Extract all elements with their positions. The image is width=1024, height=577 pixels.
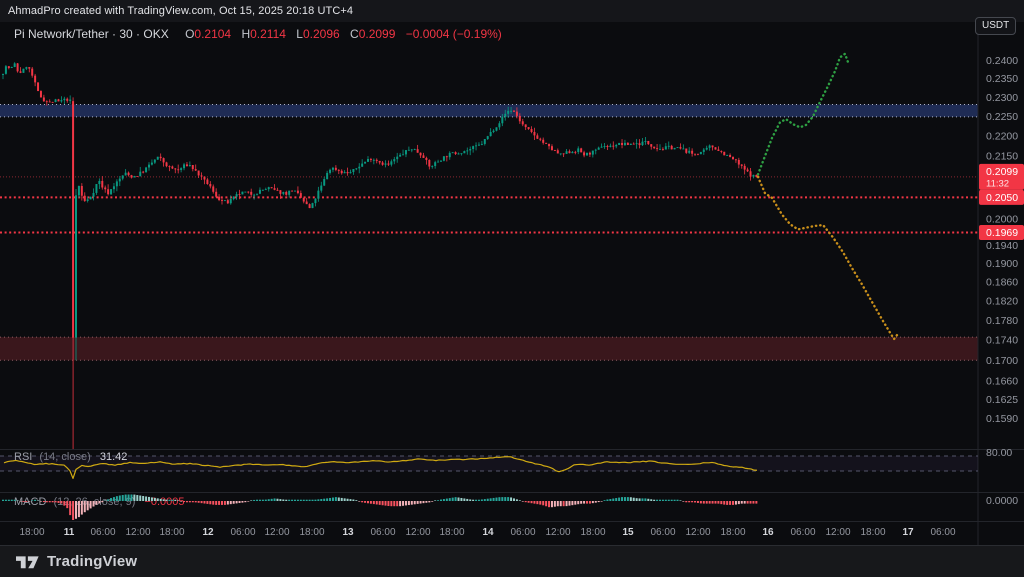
svg-text:0.1820: 0.1820 xyxy=(986,295,1018,307)
svg-text:06:00: 06:00 xyxy=(510,527,535,538)
svg-text:0.2000: 0.2000 xyxy=(986,213,1018,225)
tradingview-chart-window: AhmadPro created with TradingView.com, O… xyxy=(0,0,1024,577)
svg-text:0.2400: 0.2400 xyxy=(986,55,1018,67)
svg-text:15: 15 xyxy=(622,527,634,538)
svg-text:0.1590: 0.1590 xyxy=(986,413,1018,425)
footer-bar: TradingView xyxy=(0,545,1024,577)
tradingview-logo-icon[interactable] xyxy=(16,552,39,572)
alert-badge: 0.2050 xyxy=(979,190,1024,205)
svg-text:14: 14 xyxy=(482,527,494,538)
demand-zone[interactable] xyxy=(0,337,978,360)
rsi-title: RSI xyxy=(14,451,32,463)
svg-text:12:00: 12:00 xyxy=(264,527,289,538)
svg-text:06:00: 06:00 xyxy=(650,527,675,538)
svg-text:0.1940: 0.1940 xyxy=(986,240,1018,252)
svg-text:18:00: 18:00 xyxy=(439,527,464,538)
rsi-plot xyxy=(0,456,978,478)
low-label: L xyxy=(296,27,303,41)
svg-text:06:00: 06:00 xyxy=(90,527,115,538)
svg-text:12:00: 12:00 xyxy=(685,527,710,538)
low-value: 0.2096 xyxy=(303,27,340,41)
svg-text:06:00: 06:00 xyxy=(230,527,255,538)
symbol-legend[interactable]: Pi Network/Tether · 30 · OKX O0.2104 H0.… xyxy=(14,27,502,41)
svg-text:0.1860: 0.1860 xyxy=(986,277,1018,289)
svg-text:17: 17 xyxy=(902,527,914,538)
high-label: H xyxy=(241,27,250,41)
currency-toggle-button[interactable]: USDT xyxy=(975,17,1016,35)
svg-text:18:00: 18:00 xyxy=(19,527,44,538)
svg-text:0.2050: 0.2050 xyxy=(986,192,1018,204)
chart-canvas[interactable]: 0.24000.23500.23000.22500.22000.21500.20… xyxy=(0,0,1024,577)
svg-text:0.1625: 0.1625 xyxy=(986,394,1018,406)
svg-text:0.1969: 0.1969 xyxy=(986,227,1018,239)
svg-text:18:00: 18:00 xyxy=(720,527,745,538)
rsi-legend[interactable]: RSI (14, close) 31.42 xyxy=(14,451,127,463)
svg-text:13: 13 xyxy=(342,527,354,538)
svg-text:18:00: 18:00 xyxy=(860,527,885,538)
svg-text:12: 12 xyxy=(202,527,214,538)
svg-text:12:00: 12:00 xyxy=(125,527,150,538)
tradingview-brand-text[interactable]: TradingView xyxy=(47,553,137,570)
svg-text:0.1740: 0.1740 xyxy=(986,335,1018,347)
svg-text:0.2150: 0.2150 xyxy=(986,151,1018,163)
svg-text:0.2250: 0.2250 xyxy=(986,111,1018,123)
rsi-params: (14, close) xyxy=(39,451,90,463)
rsi-value: 31.42 xyxy=(100,451,128,463)
svg-text:0.1780: 0.1780 xyxy=(986,315,1018,327)
alert-badge: 0.1969 xyxy=(979,225,1024,240)
svg-text:0.2300: 0.2300 xyxy=(986,92,1018,104)
close-label: C xyxy=(350,27,359,41)
open-value: 0.2104 xyxy=(194,27,231,41)
svg-text:12:00: 12:00 xyxy=(545,527,570,538)
macd-axis-label: 0.0000 xyxy=(986,495,1018,507)
svg-text:11:32: 11:32 xyxy=(986,178,1009,189)
candles-layer xyxy=(2,62,757,449)
projection-yellow[interactable] xyxy=(758,177,897,339)
svg-text:18:00: 18:00 xyxy=(580,527,605,538)
close-value: 0.2099 xyxy=(359,27,396,41)
svg-text:0.1660: 0.1660 xyxy=(986,376,1018,388)
macd-histogram xyxy=(2,495,757,521)
svg-text:0.2099: 0.2099 xyxy=(986,166,1018,178)
svg-text:18:00: 18:00 xyxy=(159,527,184,538)
rsi-axis-label: 80.00 xyxy=(986,447,1012,459)
svg-text:0.2200: 0.2200 xyxy=(986,131,1018,143)
svg-text:0.2350: 0.2350 xyxy=(986,73,1018,85)
svg-text:0.1700: 0.1700 xyxy=(986,355,1018,367)
symbol-title[interactable]: Pi Network/Tether · 30 · OKX xyxy=(14,27,169,41)
high-value: 0.2114 xyxy=(250,27,286,41)
supply-zone[interactable] xyxy=(0,105,978,117)
svg-text:18:00: 18:00 xyxy=(299,527,324,538)
last-price-badge: 0.209911:32 xyxy=(979,164,1024,190)
attribution-text: AhmadPro created with TradingView.com, O… xyxy=(8,5,353,17)
svg-text:06:00: 06:00 xyxy=(930,527,955,538)
attribution-bar: AhmadPro created with TradingView.com, O… xyxy=(0,0,1024,22)
svg-text:12:00: 12:00 xyxy=(825,527,850,538)
svg-text:0.1900: 0.1900 xyxy=(986,258,1018,270)
change-value: −0.0004 (−0.19%) xyxy=(406,27,502,41)
svg-text:06:00: 06:00 xyxy=(790,527,815,538)
svg-text:06:00: 06:00 xyxy=(370,527,395,538)
open-label: O xyxy=(185,27,194,41)
svg-text:12:00: 12:00 xyxy=(405,527,430,538)
svg-text:11: 11 xyxy=(64,527,75,538)
svg-text:16: 16 xyxy=(762,527,774,538)
time-axis-labels[interactable]: 18:00 11 06:00 12:00 18:00 12 06:00 12:00 18:00 1… xyxy=(19,527,955,538)
